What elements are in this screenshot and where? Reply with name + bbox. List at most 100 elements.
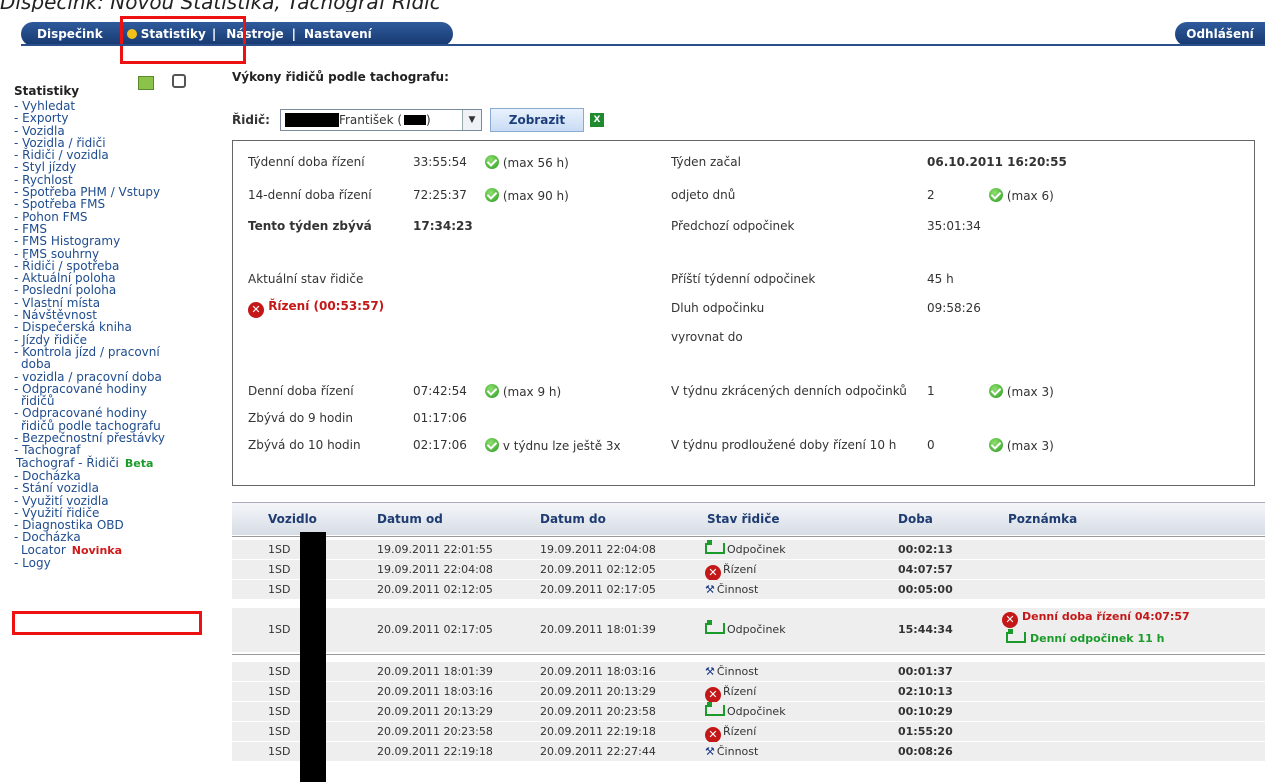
excel-export-icon[interactable]: X [589,113,604,127]
cell-duration: 00:02:13 [898,542,953,556]
cell-state: ✕ Řízení [705,725,756,743]
weekly-drive-value: 33:55:54 [413,155,467,169]
row-separator [232,654,1265,655]
menu-dispecink[interactable]: Dispečink [37,27,103,41]
cell-from: 20.09.2011 18:01:39 [377,664,493,678]
cell-state: ⚒ Činnost [705,582,759,596]
table-row[interactable]: 1SD 19.09.2011 22:04:08 20.09.2011 02:12:0… [232,560,1265,581]
sidebar-item[interactable]: - Dispečerská kniha [14,321,204,334]
table-row[interactable]: 1SD 20.09.2011 02:17:05 20.09.2011 18:01:3… [232,608,1265,652]
col-state[interactable]: Stav řidiče [707,512,779,526]
cell-duration: 15:44:34 [898,623,953,636]
cell-state: Odpočinek [705,701,786,718]
sidebar-title: Statistiky [14,84,80,98]
logout-button[interactable]: Odhlášení [1175,22,1265,46]
sidebar-item[interactable]: - Styl jízdy [14,161,204,174]
week-start-label: Týden začal [671,155,741,169]
x-icon: ✕ [248,302,264,318]
cell-vehicle: 1SD [268,684,291,698]
rest-debt-value: 09:58:26 [927,301,981,315]
extended-label: V týdnu prodloužené doby řízení 10 h [671,438,897,452]
cell-to: 20.09.2011 02:17:05 [540,582,656,596]
daily-drive-status: (max 9 h) [485,384,561,399]
sidebar: Statistiky - Vyhledat - Exporty - Vozidl… [12,70,204,781]
sidebar-item[interactable]: - Exporty [14,112,204,125]
sidebar-item[interactable]: - Odpracované hodiny [14,407,204,420]
sidebar-item-tachograf-ridici[interactable]: Tachograf - Řidiči Beta [14,456,204,470]
bed-icon [705,620,725,634]
to9-value: 01:17:06 [413,411,467,425]
sidebar-item-label: Locator [21,542,66,557]
sidebar-item[interactable]: - Stání vozidla [14,482,204,495]
cell-vehicle: 1SD [268,623,291,636]
weekly-drive-label: Týdenní doba řízení [248,155,365,169]
sidebar-item-cont[interactable]: doba [14,358,204,371]
chevron-down-icon[interactable]: ▼ [461,110,481,130]
cell-to: 20.09.2011 20:13:29 [540,684,656,698]
col-note[interactable]: Poznámka [1008,512,1077,526]
table-header: Vozidlo Datum od Datum do Stav řidiče Do… [232,502,1265,535]
table-row[interactable]: 1SD 19.09.2011 22:01:55 19.09.2011 22:04:0… [232,539,1265,559]
cell-vehicle: 1SD [268,744,291,758]
cell-vehicle: 1SD [268,704,291,718]
cell-duration: 00:08:26 [898,744,953,758]
settings-icon[interactable] [172,74,186,88]
week-start-value: 06.10.2011 16:20:55 [927,155,1067,169]
sidebar-item[interactable]: - Využití vozidla [14,494,204,507]
cell-from: 20.09.2011 02:17:05 [377,623,493,636]
cell-state: Odpočinek [705,620,786,636]
table-row[interactable]: 1SD 20.09.2011 18:01:39 20.09.2011 18:03:1… [232,662,1265,681]
cell-from: 20.09.2011 18:03:16 [377,684,493,698]
sidebar-item[interactable]: - Poslední poloha [14,284,204,297]
add-report-icon[interactable] [138,76,154,90]
cell-vehicle: 1SD [268,724,291,738]
check-icon [989,438,1003,452]
cell-from: 20.09.2011 22:19:18 [377,744,493,758]
cell-state: ⚒ Činnost [705,664,759,678]
cell-state: ⚒ Činnost [705,744,759,758]
cell-duration: 00:10:29 [898,704,953,718]
table-row[interactable]: 1SD 20.09.2011 22:19:18 20.09.2011 22:27:4… [232,742,1265,761]
sidebar-item[interactable]: - FMS souhrny [14,247,204,260]
table-row[interactable]: 1SD 20.09.2011 20:13:29 20.09.2011 20:23:5… [232,701,1265,721]
sidebar-item-locator[interactable]: Locator Novinka [14,544,204,557]
summary-panel: Týdenní doba řízení 33:55:54 (max 56 h) … [232,140,1255,486]
show-button[interactable]: Zobrazit [489,108,584,132]
cell-to: 20.09.2011 22:27:44 [540,744,656,758]
driver-select[interactable]: František ( ) ▼ [279,109,482,131]
col-to[interactable]: Datum do [540,512,606,526]
bed-icon [705,701,725,716]
cell-from: 20.09.2011 02:12:05 [377,582,493,596]
cell-duration: 04:07:57 [898,562,953,576]
table-row[interactable]: 1SD 20.09.2011 18:03:16 20.09.2011 20:13:2… [232,682,1265,703]
sidebar-item[interactable]: - vozidla / pracovní doba [14,370,204,383]
sidebar-item[interactable]: - FMS Histogramy [14,235,204,248]
table-row[interactable]: 1SD 20.09.2011 20:23:58 20.09.2011 22:19:1… [232,722,1265,743]
sidebar-item[interactable]: - Logy [14,557,204,570]
check-icon [485,438,499,452]
prev-rest-label: Předchozí odpočinek [671,219,795,233]
cell-from: 20.09.2011 20:23:58 [377,724,493,738]
col-from[interactable]: Datum od [377,512,443,526]
next-rest-label: Příští týdenní odpočinek [671,272,816,286]
note-drive: ✕ Denní doba řízení 04:07:57 [1002,610,1190,628]
menu-nastaveni[interactable]: Nastavení [304,27,372,41]
extended-status: (max 3) [989,438,1054,453]
check-icon [485,155,499,169]
to10-status: v týdnu lze ještě 3x [485,438,621,453]
state-label: Aktuální stav řidiče [248,272,364,286]
hammers-icon: ⚒ [705,582,715,596]
remaining-value: 17:34:23 [413,219,473,233]
driver-select-value: František ( [338,113,403,127]
col-duration[interactable]: Doba [898,512,933,526]
x-icon: ✕ [705,686,721,703]
sidebar-list: - Vyhledat - Exporty - Vozidla - Vozidla… [14,100,204,570]
cell-vehicle: 1SD [268,562,291,576]
x-icon: ✕ [705,726,721,743]
daily-drive-label: Denní doba řízení [248,384,354,398]
table-row[interactable]: 1SD 20.09.2011 02:12:05 20.09.2011 02:17:0… [232,580,1265,599]
col-vehicle[interactable]: Vozidlo [268,512,317,526]
sidebar-item[interactable]: - Spotřeba FMS [14,198,204,211]
remaining-label: Tento týden zbývá [248,219,372,233]
hammers-icon: ⚒ [705,744,715,758]
